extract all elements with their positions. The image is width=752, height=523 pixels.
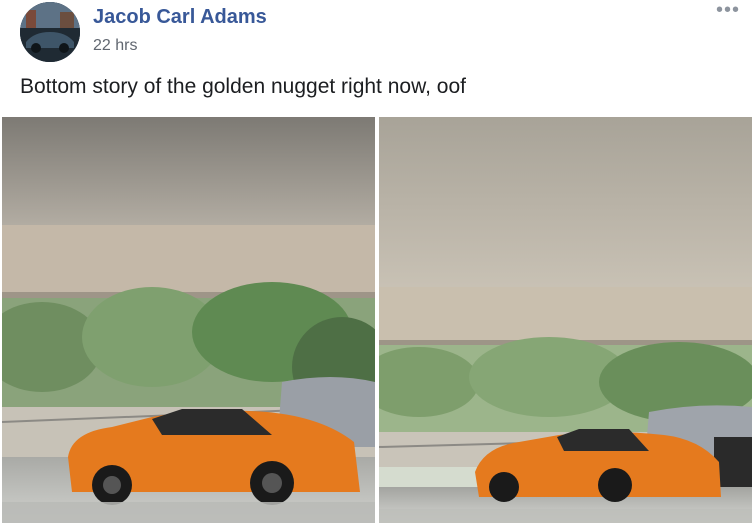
- photo-right-image: [379, 117, 752, 523]
- facebook-post: Jacob Carl Adams 22 hrs ••• Bottom story…: [0, 0, 752, 523]
- avatar-image: [20, 2, 80, 62]
- ellipsis-icon[interactable]: •••: [716, 0, 740, 20]
- post-timestamp[interactable]: 22 hrs: [93, 37, 137, 55]
- post-caption: Bottom story of the golden nugget right …: [20, 75, 466, 98]
- author-name[interactable]: Jacob Carl Adams: [93, 6, 267, 29]
- photo-left-image: [2, 117, 375, 523]
- post-header: Jacob Carl Adams 22 hrs •••: [0, 0, 752, 70]
- photo-right[interactable]: [379, 117, 752, 523]
- avatar[interactable]: [20, 2, 80, 62]
- photo-left[interactable]: [2, 117, 375, 523]
